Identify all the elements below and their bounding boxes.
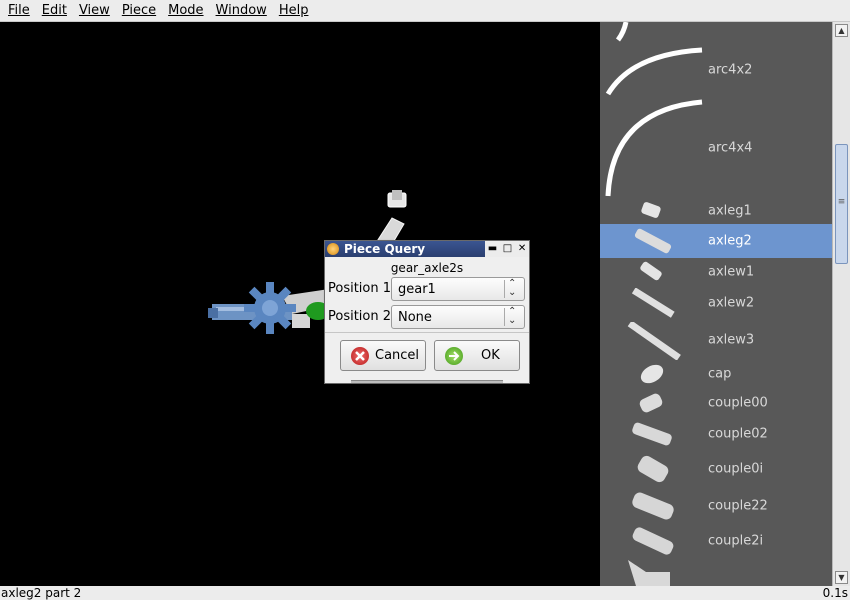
cancel-button-label: Cancel [375,348,420,363]
piece-list[interactable]: arc4x2 arc4x4 axleg1 axleg2 axlew1 axlew… [600,22,832,586]
list-item-label: axleg1 [708,203,752,219]
list-item-label: arc4x2 [708,62,753,78]
dialog-app-icon [327,243,339,255]
axlew1-thumbnail [640,261,662,281]
menu-edit-label: Edit [41,2,67,18]
couple2i-thumbnail [632,527,674,555]
dialog-separator [325,332,529,333]
menu-window[interactable]: Window [210,0,273,22]
arc4x2-thumbnail [605,47,703,96]
status-message: axleg2 part 2 [1,586,82,600]
menu-view[interactable]: View [73,0,116,22]
list-item-label: axlew3 [708,332,755,348]
list-item-label: cap [708,366,732,382]
list-item-label: couple0i [708,461,764,477]
partial-bottom-thumbnail [628,560,670,586]
menu-view-label: View [78,2,110,18]
cancel-button[interactable]: Cancel [340,340,426,371]
menu-mode-label: Mode [168,2,204,18]
list-item-label: couple2i [708,533,764,549]
position2-value: None [398,310,432,325]
updown-arrows-icon: ⌃ ⌄ [508,278,517,298]
position1-combobox[interactable]: gear1 ⌃ ⌄ [391,277,525,301]
list-item-axlew3[interactable]: axlew3 [600,320,832,360]
scroll-up-arrow-icon[interactable]: ▲ [835,24,848,37]
menu-edit[interactable]: Edit [36,0,73,22]
piece-list-scrollbar[interactable]: ▲ ≡ ▼ [832,22,850,586]
list-item-label: couple00 [708,395,768,411]
position1-label: Position 1 [328,281,392,296]
list-item-arc4x2[interactable]: arc4x2 [600,42,832,98]
menu-bar: File Edit View Piece Mode Window Help [0,0,850,22]
list-item-couple0i[interactable]: couple0i [600,450,832,488]
arc-partial-thumbnail [615,22,629,42]
scroll-down-arrow-icon[interactable]: ▼ [835,571,848,584]
arc4x4-thumbnail [605,99,703,197]
axlew3-thumbnail [627,322,681,360]
cancel-icon [351,347,369,365]
list-item-axleg2[interactable]: axleg2 [600,224,832,258]
list-item-arc4x4[interactable]: arc4x4 [600,98,832,198]
status-bar: axleg2 part 2 0.1s [0,586,850,600]
axleg2-thumbnail [634,228,672,254]
axlew2-thumbnail [631,288,675,318]
position2-label: Position 2 [328,309,392,324]
list-item-label: axleg2 [708,233,752,249]
minimize-icon[interactable]: ▬ [488,241,497,257]
couple00-thumbnail [639,393,663,413]
dialog-title: Piece Query [344,242,426,256]
list-item-couple22[interactable]: couple22 [600,488,832,524]
position1-value: gear1 [398,282,436,297]
list-item-label: axlew1 [708,264,755,280]
grip-icon: ≡ [837,197,846,207]
position2-combobox[interactable]: None ⌃ ⌄ [391,305,525,329]
list-item-couple2i[interactable]: couple2i [600,524,832,558]
list-item-axlew1[interactable]: axlew1 [600,258,832,286]
menu-mode[interactable]: Mode [162,0,209,22]
piece-query-dialog: Piece Query ▬ □ ✕ gear_axle2s Position 1… [324,240,530,384]
list-item-label: axlew2 [708,295,755,311]
list-item-axleg1[interactable]: axleg1 [600,198,832,224]
list-item-couple02[interactable]: couple02 [600,418,832,450]
list-item-couple00[interactable]: couple00 [600,388,832,418]
maximize-icon[interactable]: □ [503,241,512,257]
list-item-axlew2[interactable]: axlew2 [600,286,832,320]
couple22-thumbnail [632,492,674,520]
menu-file[interactable]: File [2,0,36,22]
menu-help-label: Help [278,2,309,18]
menu-piece[interactable]: Piece [116,0,162,22]
scrollbar-thumb[interactable]: ≡ [835,144,848,264]
menu-piece-label: Piece [121,2,157,18]
cap-thumbnail [640,364,664,384]
couple02-thumbnail [632,422,672,446]
menu-file-label: File [8,2,30,18]
window-controls: ▬ □ ✕ [485,241,529,257]
piece-name-label: gear_axle2s [390,261,464,275]
axleg1-thumbnail [641,202,661,218]
list-item-label: couple22 [708,498,768,514]
combo-separator [504,280,505,298]
ok-arrow-icon [445,347,463,365]
couple0i-thumbnail [637,455,669,483]
dialog-titlebar[interactable]: Piece Query ▬ □ ✕ [325,241,529,257]
updown-arrows-icon: ⌃ ⌄ [508,306,517,326]
menu-help[interactable]: Help [273,0,315,22]
list-item-cap[interactable]: cap [600,360,832,388]
dialog-resize-bar [351,380,503,383]
ok-button-label: OK [481,348,500,363]
ok-button[interactable]: OK [434,340,520,371]
close-icon[interactable]: ✕ [518,241,526,257]
combo-separator [504,308,505,326]
status-timing: 0.1s [822,586,848,600]
menu-window-label: Window [215,2,267,18]
list-item-label: couple02 [708,426,768,442]
list-item-label: arc4x4 [708,140,753,156]
